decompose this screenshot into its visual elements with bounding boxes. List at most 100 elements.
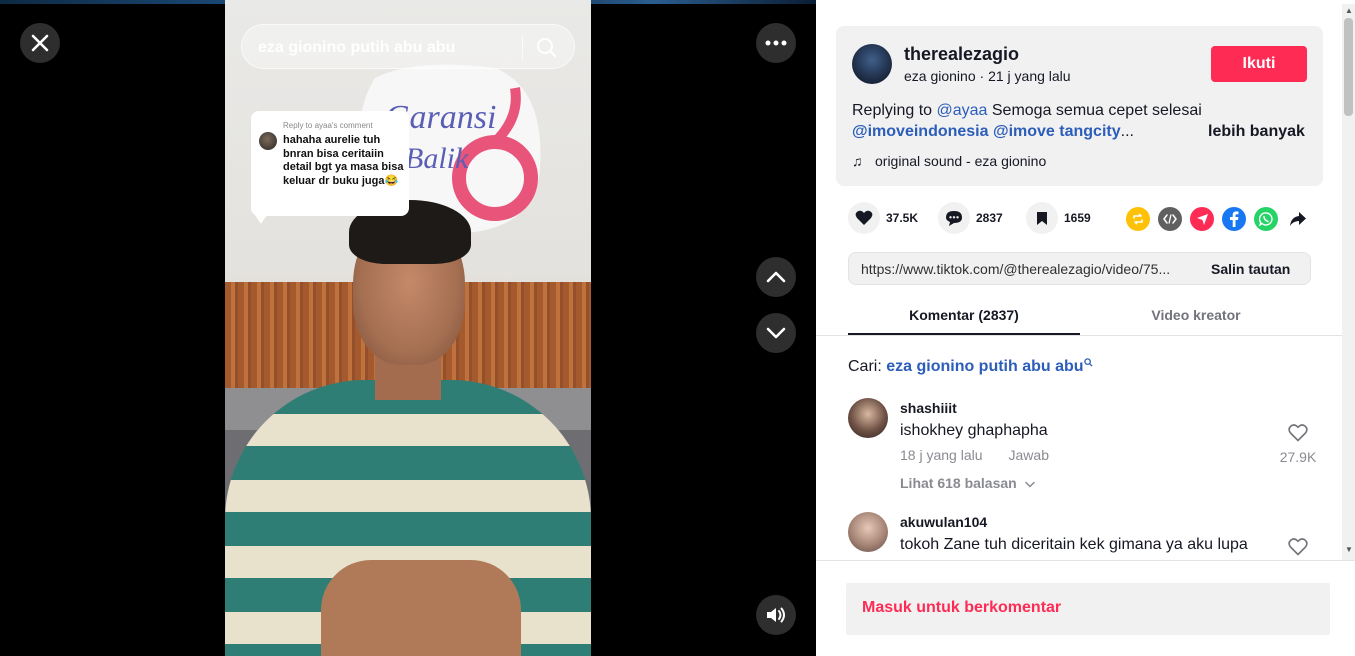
music-title[interactable]: original sound - eza gionino xyxy=(875,153,1046,169)
tab-creator-videos[interactable]: Video kreator xyxy=(1080,298,1312,335)
reply-header: Reply to ayaa's comment xyxy=(283,121,373,130)
chevron-up-icon xyxy=(766,271,786,283)
share-arrow-icon xyxy=(1290,212,1306,226)
search-query-text[interactable]: eza gionino putih abu abu xyxy=(258,39,455,57)
save-action[interactable]: 1659 xyxy=(1026,202,1091,234)
post-time: 21 j yang lalu xyxy=(988,68,1071,84)
music-link[interactable]: ♫ original sound - eza gionino xyxy=(852,153,1046,169)
facebook-icon xyxy=(1230,211,1239,227)
comment-item: shashiiit ishokhey ghaphapha 18 j yang l… xyxy=(848,398,1318,498)
mention-imove-tangcity[interactable]: @imove tangcity xyxy=(993,123,1121,140)
close-button[interactable] xyxy=(20,23,60,63)
comment-button[interactable] xyxy=(938,202,970,234)
search-button[interactable] xyxy=(532,33,562,63)
search-divider xyxy=(522,35,523,60)
person-arm xyxy=(321,560,521,656)
see-more-link[interactable]: lebih banyak xyxy=(1208,123,1305,141)
heart-outline-icon xyxy=(1288,538,1308,556)
comment-action[interactable]: 2837 xyxy=(938,202,1003,234)
volume-icon xyxy=(767,607,785,623)
comment-time: 18 j yang lalu xyxy=(900,447,983,463)
comment-avatar[interactable] xyxy=(848,398,888,438)
send-to-friends-icon xyxy=(1196,213,1208,225)
repost-button[interactable] xyxy=(1126,207,1150,231)
login-to-comment-button[interactable]: Masuk untuk berkomentar xyxy=(846,583,1330,635)
search-icon xyxy=(537,38,557,58)
facebook-share-button[interactable] xyxy=(1222,207,1246,231)
ellipsis-icon xyxy=(765,40,787,46)
heart-outline-icon xyxy=(1288,424,1308,442)
reply-comment-sticker: Reply to ayaa's comment hahaha aurelie t… xyxy=(251,111,409,224)
like-count: 37.5K xyxy=(886,211,919,225)
comment-count: 2837 xyxy=(976,211,1003,225)
video-stage: Garansi Balik eza gionino putih abu abu … xyxy=(0,0,816,656)
video-player[interactable]: Garansi Balik xyxy=(225,0,591,656)
meta-separator: · xyxy=(975,68,989,84)
mention-ayaa[interactable]: @ayaa xyxy=(937,102,988,119)
author-avatar[interactable] xyxy=(852,44,892,84)
comment-like-button[interactable]: 27.9K xyxy=(1278,424,1318,465)
desc-prefix: Replying to xyxy=(852,102,937,119)
svg-text:Balik: Balik xyxy=(405,142,469,175)
view-replies-label[interactable]: Lihat 618 balasan xyxy=(900,475,1017,491)
comment-text: ishokhey ghaphapha xyxy=(900,422,1048,439)
chevron-down-icon xyxy=(766,327,786,339)
copy-link-button[interactable]: Salin tautan xyxy=(1211,261,1290,277)
author-display-name[interactable]: eza gionino xyxy=(904,68,976,84)
description-line-2: @imoveindonesia @imove tangcity... xyxy=(852,123,1134,141)
whatsapp-share-button[interactable] xyxy=(1254,207,1278,231)
heart-icon xyxy=(855,210,873,225)
tab-bar: Komentar (2837) Video kreator xyxy=(816,298,1355,336)
details-panel: therealezagio eza gionino · 21 j yang la… xyxy=(816,0,1355,656)
search-suggestion-prefix: Cari: xyxy=(848,358,887,375)
chevron-down-small-icon xyxy=(1024,481,1035,488)
save-button[interactable] xyxy=(1026,202,1058,234)
comment-footer: Masuk untuk berkomentar xyxy=(816,560,1355,656)
video-search-bar[interactable]: eza gionino putih abu abu xyxy=(241,24,575,69)
search-small-icon xyxy=(1083,358,1093,367)
comment-icon xyxy=(946,210,962,226)
search-suggestion[interactable]: Cari: eza gionino putih abu abu xyxy=(848,358,1093,376)
comment-avatar[interactable] xyxy=(848,512,888,552)
video-url: https://www.tiktok.com/@therealezagio/vi… xyxy=(861,261,1171,277)
whatsapp-icon xyxy=(1259,212,1273,226)
description-card: therealezagio eza gionino · 21 j yang la… xyxy=(836,26,1323,186)
send-to-friends-button[interactable] xyxy=(1190,207,1214,231)
embed-icon xyxy=(1163,214,1177,224)
music-note-icon: ♫ xyxy=(852,153,863,169)
comment-username[interactable]: akuwulan104 xyxy=(900,514,987,530)
next-video-button[interactable] xyxy=(756,313,796,353)
comment-meta: 18 j yang lalu Jawab xyxy=(900,447,1049,463)
author-meta: eza gionino · 21 j yang lalu xyxy=(904,68,1071,84)
mention-imoveindonesia[interactable]: @imoveindonesia xyxy=(852,123,989,140)
reply-avatar xyxy=(259,132,277,150)
bookmark-icon xyxy=(1037,211,1047,225)
desc-ellipsis: ... xyxy=(1120,123,1134,140)
comment-text: tokoh Zane tuh diceritain kek gimana ya … xyxy=(900,536,1248,553)
embed-button[interactable] xyxy=(1158,207,1182,231)
close-icon xyxy=(31,34,49,52)
repost-icon xyxy=(1133,213,1143,225)
previous-video-button[interactable] xyxy=(756,257,796,297)
comment-like-button[interactable] xyxy=(1278,538,1318,561)
scroll-down-arrow-icon[interactable]: ▼ xyxy=(1345,545,1353,554)
scroll-up-arrow-icon[interactable]: ▲ xyxy=(1345,6,1353,15)
scrollbar[interactable]: ▲ ▼ xyxy=(1342,4,1355,560)
scrollbar-thumb[interactable] xyxy=(1344,18,1353,116)
view-replies-button[interactable]: Lihat 618 balasan xyxy=(900,475,1035,491)
like-button[interactable] xyxy=(848,202,880,234)
follow-button[interactable]: Ikuti xyxy=(1211,46,1307,82)
volume-button[interactable] xyxy=(756,595,796,635)
comment-like-count: 27.9K xyxy=(1279,449,1317,465)
reply-text: hahaha aurelie tuh bnran bisa ceritaiin … xyxy=(283,134,404,187)
copy-link-box: https://www.tiktok.com/@therealezagio/vi… xyxy=(848,252,1311,285)
more-options-button[interactable] xyxy=(756,23,796,63)
more-share-button[interactable] xyxy=(1286,207,1310,231)
desc-text: Semoga semua cepet selesai xyxy=(987,102,1202,119)
comment-username[interactable]: shashiiit xyxy=(900,400,957,416)
author-username[interactable]: therealezagio xyxy=(904,44,1019,65)
like-action[interactable]: 37.5K xyxy=(848,202,918,234)
tab-comments[interactable]: Komentar (2837) xyxy=(848,298,1080,335)
search-suggestion-query[interactable]: eza gionino putih abu abu xyxy=(886,358,1083,375)
reply-button[interactable]: Jawab xyxy=(1009,447,1049,463)
